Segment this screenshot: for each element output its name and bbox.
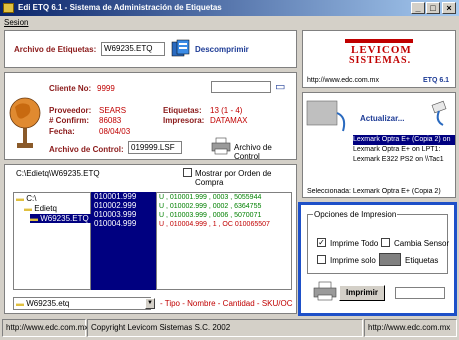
folder-icon: ▬: [16, 194, 24, 203]
file-item[interactable]: 010004.999: [91, 219, 156, 228]
archivo-label: Archivo de Etiquetas:: [14, 45, 97, 54]
orden-checkbox[interactable]: [183, 168, 192, 177]
imprime-solo-label: Imprime solo: [330, 256, 376, 265]
printer-panel: Actualizar... Lexmark Optra E+ (Copia 2)…: [302, 92, 456, 198]
proveedor-value: SEARS: [99, 106, 127, 115]
archivo-panel: Archivo de Etiquetas: W69235.ETQ Descomp…: [4, 30, 297, 68]
record-list[interactable]: U , 010001.999 , 0003 , 5055944 U , 0100…: [156, 192, 292, 290]
selected-printer: Seleccionada: Lexmark Optra E+ (Copia 2): [307, 188, 441, 195]
folder-icon: ▬: [24, 204, 32, 213]
imprimir-button[interactable]: Imprimir: [339, 285, 385, 301]
actualizar-button[interactable]: Actualizar...: [360, 114, 404, 123]
control-button[interactable]: Archivo de Control: [234, 143, 296, 161]
printer-icon: [313, 281, 337, 301]
file-panel: C:\Edietq\W69235.ETQ Mostrar por Orden d…: [4, 164, 297, 314]
archivo-input[interactable]: W69235.ETQ: [101, 42, 165, 56]
info-panel: Cliente No: 9999 ▭ Proveedor: SEARS Etiq…: [4, 72, 297, 161]
printer-item[interactable]: Lexmark Optra E+ on LPT1:: [353, 145, 455, 155]
folder-tree[interactable]: ▬ C:\ ▬ Edietq ▬ W69235.ETQ: [13, 192, 91, 290]
descomprimir-icon[interactable]: [171, 39, 191, 59]
file-item[interactable]: 010001.999: [91, 192, 156, 201]
cliente-value: 9999: [97, 84, 115, 93]
cliente-label: Cliente No:: [49, 84, 92, 93]
imprime-todo-checkbox[interactable]: ✓: [317, 238, 326, 247]
path-label: C:\Edietq\W69235.ETQ: [16, 169, 100, 178]
tree-item-selected[interactable]: ▬ W69235.ETQ: [30, 214, 91, 223]
printer-icon[interactable]: [211, 137, 231, 155]
version-label: ETQ 6.1: [423, 77, 450, 84]
window-title: Edi ETQ 6.1 - Sistema de Administración …: [18, 3, 222, 12]
record-item[interactable]: U , 010001.999 , 0003 , 5055944: [157, 193, 291, 202]
title-bar: Edi ETQ 6.1 - Sistema de Administración …: [0, 0, 459, 16]
menu-bar: Sesion: [0, 16, 459, 29]
record-item[interactable]: U , 010002.999 , 0002 , 6364755: [157, 202, 291, 211]
file-combo[interactable]: ▬ W69235.etq: [13, 297, 151, 310]
file-list[interactable]: 010001.999 010002.999 010003.999 010004.…: [91, 192, 156, 290]
card-icon[interactable]: ▭: [275, 80, 285, 93]
control-input[interactable]: 019999.LSF: [128, 141, 182, 154]
printer-item[interactable]: Lexmark E322 PS2 on \\Tac1: [353, 155, 455, 165]
record-item[interactable]: U , 010004.999 , 1 , OC 010065507: [157, 220, 291, 229]
etiquetas-label: Etiquetas:: [163, 106, 202, 115]
close-button[interactable]: ×: [442, 2, 456, 14]
progress-field: [395, 287, 445, 299]
search-field[interactable]: [211, 81, 271, 93]
logo-bar: [345, 39, 413, 43]
menu-sesion[interactable]: Sesion: [4, 18, 28, 27]
opciones-title: Opciones de Impresion: [313, 210, 398, 219]
maximize-button[interactable]: □: [426, 2, 440, 14]
fecha-value: 08/04/03: [99, 127, 131, 136]
opciones-panel: Opciones de Impresion ✓ Imprime Todo Cam…: [298, 202, 457, 316]
descomprimir-button[interactable]: Descomprimir: [195, 45, 249, 54]
impresora-label: Impresora:: [163, 116, 205, 125]
printer-list[interactable]: Lexmark Optra E+ (Copia 2) on Lexmark Op…: [353, 135, 455, 169]
app-icon: [3, 3, 14, 13]
printer-item[interactable]: Lexmark Optra E+ (Copia 2) on: [353, 135, 455, 145]
proveedor-label: Proveedor:: [49, 106, 92, 115]
confirm-label: # Confirm:: [49, 116, 89, 125]
orden-label: Mostrar por Orden de Compra: [195, 169, 272, 187]
legend-text: - Tipo - Nombre - Cantidad - SKU/OC: [160, 299, 293, 308]
logo-panel: LEVICOM SISTEMAS. http://www.edc.com.mx …: [302, 30, 456, 88]
record-item[interactable]: U , 010003.999 , 0006 , 5070071: [157, 211, 291, 220]
tree-item[interactable]: ▬ C:\: [16, 194, 36, 203]
imprime-solo-checkbox[interactable]: [317, 255, 326, 264]
logo-url: http://www.edc.com.mx: [307, 77, 379, 84]
file-item[interactable]: 010003.999: [91, 210, 156, 219]
cambia-sensor-label: Cambia Sensor: [394, 239, 450, 248]
minimize-button[interactable]: _: [411, 2, 425, 14]
control-label: Archivo de Control:: [49, 145, 124, 154]
status-url-left: http://www.edc.com.mx: [2, 319, 88, 337]
logo-bottom: SISTEMAS.: [349, 55, 412, 66]
etiquetas-value: 13 (1 - 4): [210, 106, 243, 115]
imprime-todo-label: Imprime Todo: [330, 239, 379, 248]
impresora-value: DATAMAX: [210, 116, 248, 125]
folder-icon: ▬: [16, 299, 24, 308]
file-item[interactable]: 010002.999: [91, 201, 156, 210]
status-url-right: http://www.edc.com.mx: [364, 319, 457, 337]
cable-icon: [429, 99, 455, 127]
cambia-sensor-checkbox[interactable]: [381, 238, 390, 247]
tree-item[interactable]: ▬ Edietq: [24, 204, 57, 213]
etiquetas-count-label: Etiquetas: [405, 256, 439, 265]
combo-dropdown-button[interactable]: ▼: [145, 298, 155, 309]
printer-cable-icon: [305, 97, 355, 137]
fecha-label: Fecha:: [49, 127, 75, 136]
etiquetas-count-input[interactable]: [379, 253, 401, 266]
confirm-value: 86083: [99, 116, 122, 125]
status-copyright: Copyright Levicom Sistemas S.C. 2002: [87, 319, 363, 337]
globe-icon: [9, 87, 45, 153]
folder-open-icon: ▬: [30, 214, 38, 223]
